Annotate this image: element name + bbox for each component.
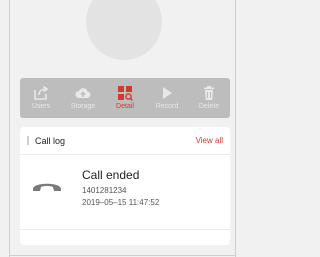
call-log-heading: Call log (27, 136, 65, 146)
detail-label: Detail (116, 103, 134, 110)
frame-edge-right (235, 0, 236, 257)
storage-button[interactable]: Storage (64, 85, 102, 111)
trash-icon (204, 86, 214, 100)
users-button[interactable]: Users (22, 85, 60, 111)
action-toolbar: Users Storage Detail Record Delete (20, 78, 230, 118)
call-log-entry[interactable]: Call ended 1401281234 2019–05–15 11:47:5… (20, 155, 230, 229)
delete-button[interactable]: Delete (190, 85, 228, 111)
call-timestamp: 2019–05–15 11:47:52 (82, 198, 160, 207)
section-marker (27, 136, 29, 145)
record-button[interactable]: Record (148, 85, 186, 111)
play-icon (163, 87, 172, 99)
call-log-title: Call log (35, 135, 66, 146)
call-number: 1401281234 (82, 186, 127, 195)
app-screen: Users Storage Detail Record Delete Call … (0, 0, 246, 257)
detail-grid-search-icon (118, 86, 133, 101)
share-export-icon (34, 85, 49, 100)
bottom-divider (9, 255, 236, 256)
phone-handset-icon (33, 183, 61, 191)
avatar (86, 0, 162, 60)
card-divider (20, 229, 230, 230)
call-info: Call ended 1401281234 2019–05–15 11:47:5… (82, 168, 159, 208)
call-log-card: Call log View all Call ended 1401281234 … (20, 127, 230, 245)
record-label: Record (155, 103, 179, 110)
call-log-header: Call log View all (20, 127, 230, 155)
detail-button[interactable]: Detail (106, 85, 144, 111)
users-label: Users (31, 103, 51, 110)
view-all-link[interactable]: View all (196, 136, 223, 145)
storage-label: Storage (70, 103, 96, 110)
cloud-upload-icon (75, 88, 91, 99)
delete-label: Delete (198, 103, 220, 110)
frame-edge-left (9, 0, 10, 257)
call-status: Call ended (82, 168, 140, 182)
